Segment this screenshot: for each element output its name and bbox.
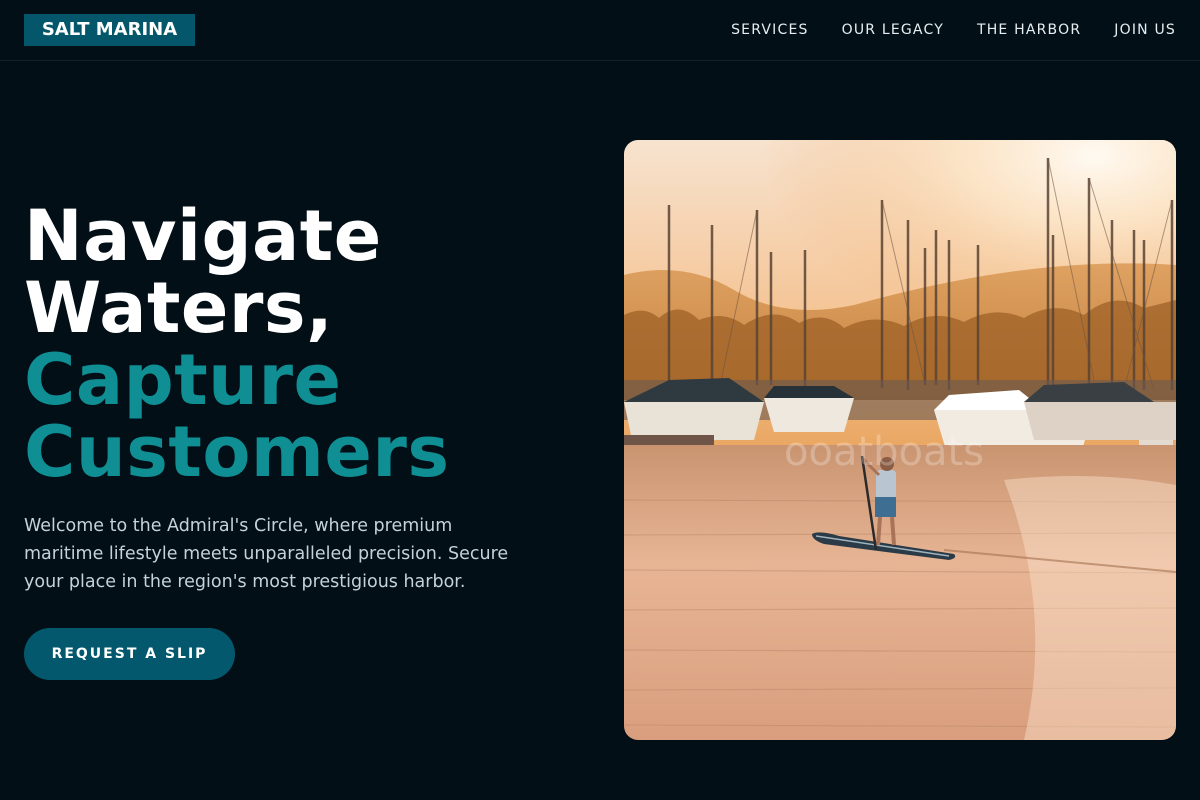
headline-accent-line-1: Capture [24, 339, 342, 421]
marina-sunset-photo: ooatboats [624, 140, 1176, 740]
hero-subtext: Welcome to the Admiral's Circle, where p… [24, 516, 509, 592]
nav-links: SERVICES OUR LEGACY THE HARBOR JOIN US [731, 20, 1176, 40]
top-nav: SALT MARINA SERVICES OUR LEGACY THE HARB… [0, 0, 1200, 61]
nav-link-our-legacy[interactable]: OUR LEGACY [842, 20, 944, 40]
hero-image: ooatboats [624, 140, 1176, 740]
brand-logo[interactable]: SALT MARINA [24, 14, 195, 46]
image-watermark: ooatboats [784, 429, 984, 475]
headline-accent-line-2: Customers [24, 411, 450, 493]
headline-line-1: Navigate [24, 195, 382, 277]
nav-link-services[interactable]: SERVICES [731, 20, 809, 40]
request-slip-button[interactable]: REQUEST A SLIP [24, 628, 235, 680]
nav-link-join-us[interactable]: JOIN US [1114, 20, 1176, 40]
headline-line-2: Waters, [24, 267, 334, 349]
nav-link-the-harbor[interactable]: THE HARBOR [977, 20, 1081, 40]
hero-headline: Navigate Waters, Capture Customers [24, 200, 604, 488]
